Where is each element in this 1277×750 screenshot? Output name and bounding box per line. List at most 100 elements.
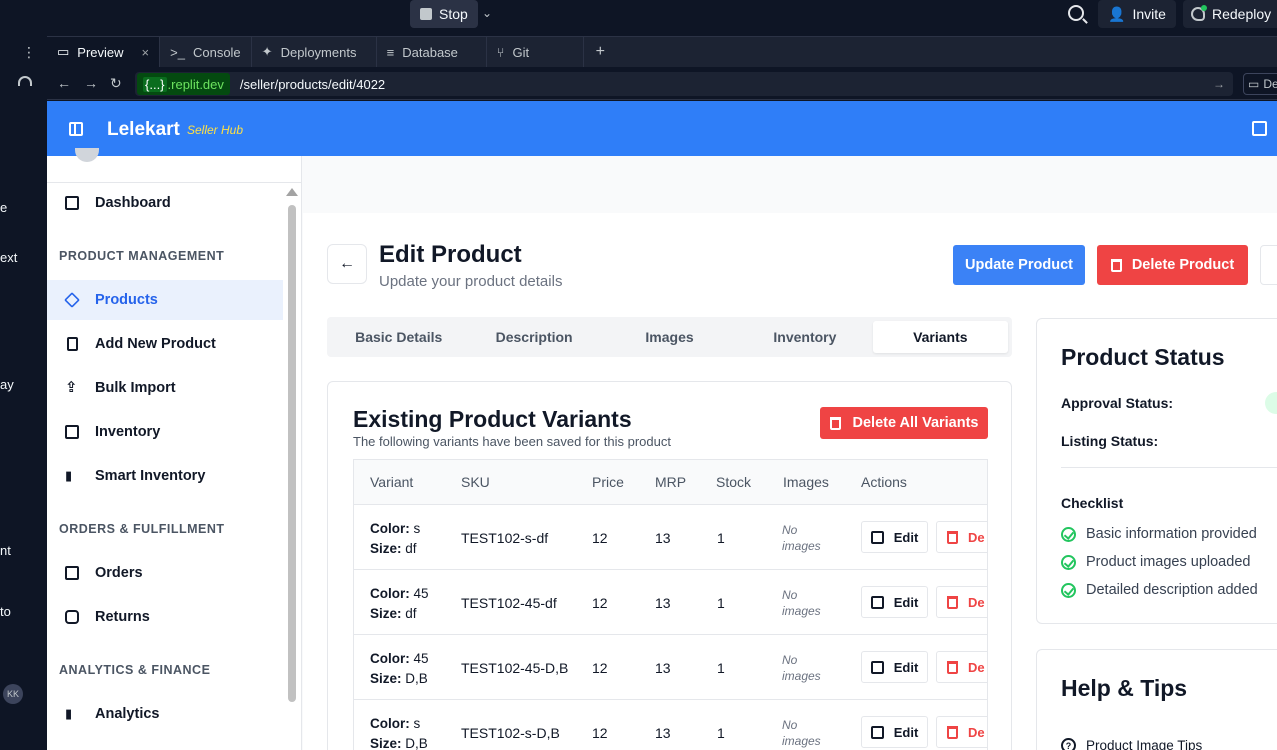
truncated-text: ext [0,250,18,265]
avatar [75,148,99,162]
check-circle-icon [1061,526,1076,542]
checklist-title: Checklist [1061,495,1124,511]
sidebar-item-analytics[interactable]: ▮ Analytics [47,694,283,734]
scrollbar-thumb[interactable] [288,205,296,702]
checklist-item-label: Product images uploaded [1086,554,1251,570]
delete-variant-button[interactable]: De [936,521,987,553]
listing-status-label: Listing Status: [1061,433,1159,449]
edit-variant-button[interactable]: Edit [861,521,928,553]
size-label: Size: [370,541,402,556]
update-product-button[interactable]: Update Product [953,245,1085,285]
close-icon[interactable]: × [142,45,150,60]
truncated-text: ay [0,377,14,392]
column-header: Images [783,474,829,490]
sidebar-item-bulk-import[interactable]: ⇪ Bulk Import [47,368,283,408]
stop-button[interactable]: Stop [410,0,478,28]
store-icon[interactable] [1252,121,1267,136]
sidebar-item-add-new-product[interactable]: Add New Product [47,324,283,364]
url-domain: {...} .replit.dev [137,73,230,95]
avatar[interactable]: KK [3,684,23,704]
edit-variant-button[interactable]: Edit [861,586,928,618]
tab-database[interactable]: ≡ Database [377,37,487,67]
scroll-up-icon[interactable] [286,188,298,196]
box-icon [65,425,79,439]
product-status-card: Product Status Approval Status: Listing … [1036,318,1277,624]
search-icon[interactable] [1068,5,1084,21]
edit-variant-button[interactable]: Edit [861,716,928,748]
section-heading: PRODUCT MANAGEMENT [59,249,225,263]
delete-variant-button[interactable]: De [936,651,987,683]
tab-git[interactable]: ⑂ Git [487,37,584,67]
gauge-icon[interactable] [18,76,32,86]
delete-product-button[interactable]: Delete Product [1097,245,1248,285]
sidebar-item-inventory[interactable]: Inventory [47,412,283,452]
tab-label: Preview [77,44,124,60]
help-circle-icon: ? [1061,738,1076,750]
price-cell: 12 [592,530,608,546]
edit-variant-button[interactable]: Edit [861,651,928,683]
invite-button[interactable]: 👤 Invite [1098,0,1176,28]
delete-variant-button[interactable]: De [936,586,987,618]
back-arrow-icon[interactable]: ← [57,75,71,91]
variant-size: df [405,541,417,556]
delete-variant-button[interactable]: De [936,716,987,748]
edit-icon [870,595,884,609]
sku-cell: TEST102-45-D,B [461,660,569,676]
tab-inventory[interactable]: Inventory [737,321,872,353]
tab-label: Console [192,44,241,60]
tab-deployments[interactable]: ✦ Deployments [252,37,377,67]
sidebar-item-dashboard[interactable]: Dashboard [47,183,283,223]
chevron-down-icon[interactable]: ⌄ [482,6,492,20]
checklist-item: Product images uploaded [1061,554,1250,570]
brand-subtitle: Seller Hub [187,123,244,137]
forward-arrow-icon[interactable]: → [84,75,98,91]
mrp-cell: 13 [655,725,671,741]
terminal-icon: >_ [170,44,185,60]
url-input[interactable]: {...} .replit.dev /seller/products/edit/… [135,72,1233,96]
back-button[interactable]: ← [327,244,367,284]
no-images-text: No [782,718,798,732]
sidebar-scrollbar[interactable] [285,156,299,750]
main-content: ← Edit Product Update your product detai… [303,213,1277,750]
bookmark-icon [67,337,78,351]
checklist-item-label: Detailed description added [1086,582,1258,598]
color-label: Color: [370,586,410,601]
images-cell: No images [782,522,821,554]
images-cell: No images [782,587,821,619]
help-item[interactable]: ? Product Image Tips [1061,738,1202,750]
product-tabs: Basic Details Description Images Invento… [327,317,1012,357]
price-cell: 12 [592,725,608,741]
tab-basic-details[interactable]: Basic Details [331,321,466,353]
stop-label: Stop [439,6,468,22]
tab-variants[interactable]: Variants [872,321,1009,353]
status-badge [1265,392,1277,414]
tab-console[interactable]: >_ Console [160,37,252,67]
devtools-button[interactable]: ▭ De [1243,73,1277,95]
deploy-icon [1191,5,1207,21]
sidebar: Dashboard PRODUCT MANAGEMENT Products Ad… [47,148,302,750]
sidebar-toggle-icon[interactable] [69,122,83,136]
sidebar-item-orders[interactable]: Orders [47,553,283,593]
upload-icon: ⇪ [65,379,78,396]
more-options-icon[interactable]: ⋮ [22,44,36,61]
trash-icon [947,530,958,544]
delete-all-variants-button[interactable]: Delete All Variants [820,407,988,439]
tab-preview[interactable]: ▭ Preview × [47,37,161,67]
brand-logo[interactable]: Lelekart [107,119,180,141]
add-tab-icon[interactable]: + [584,37,617,67]
mrp-cell: 13 [655,530,671,546]
variant-size: D,B [405,736,428,750]
extra-button[interactable] [1260,245,1277,285]
sidebar-item-smart-inventory[interactable]: ▮ Smart Inventory [47,456,283,496]
url-bar: ← → ↻ {...} .replit.dev /seller/products… [47,67,1277,100]
sidebar-item-returns[interactable]: Returns [47,597,283,637]
go-arrow-icon[interactable]: → [1213,77,1225,91]
tab-description[interactable]: Description [466,321,601,353]
column-header: MRP [655,474,687,490]
refresh-icon[interactable]: ↻ [110,75,122,92]
tab-images[interactable]: Images [602,321,737,353]
color-label: Color: [370,521,410,536]
sidebar-item-products[interactable]: Products [47,280,283,320]
redeploy-button[interactable]: Redeploy [1183,0,1277,28]
stock-cell: 1 [717,725,725,741]
